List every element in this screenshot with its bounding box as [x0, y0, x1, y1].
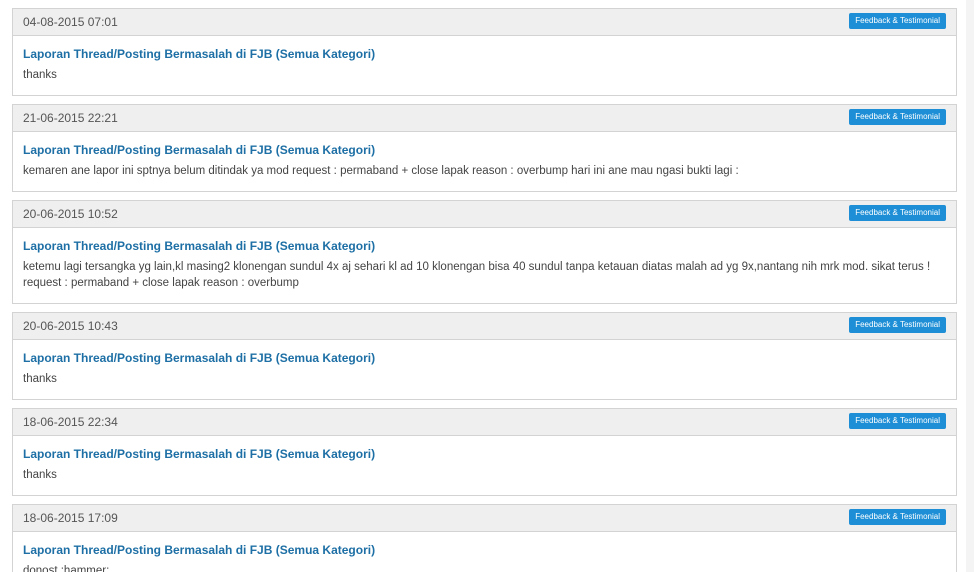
forum-tag-badge[interactable]: Feedback & Testimonial — [849, 205, 946, 221]
post-card: 21-06-2015 22:21 Feedback & Testimonial … — [12, 104, 957, 192]
forum-tag-badge[interactable]: Feedback & Testimonial — [849, 109, 946, 125]
post-card: 20-06-2015 10:52 Feedback & Testimonial … — [12, 200, 957, 304]
post-date: 18-06-2015 22:34 — [23, 415, 118, 429]
post-date: 21-06-2015 22:21 — [23, 111, 118, 125]
post-header: 20-06-2015 10:52 Feedback & Testimonial — [13, 201, 956, 228]
thread-title-link[interactable]: Laporan Thread/Posting Bermasalah di FJB… — [23, 46, 946, 62]
post-body: Laporan Thread/Posting Bermasalah di FJB… — [13, 36, 956, 95]
thread-title-link[interactable]: Laporan Thread/Posting Bermasalah di FJB… — [23, 238, 946, 254]
post-excerpt: kemaren ane lapor ini sptnya belum ditin… — [23, 165, 739, 177]
thread-title-link[interactable]: Laporan Thread/Posting Bermasalah di FJB… — [23, 350, 946, 366]
vertical-scrollbar[interactable] — [966, 0, 974, 572]
post-excerpt: donost :hammer: — [23, 565, 110, 572]
post-body: Laporan Thread/Posting Bermasalah di FJB… — [13, 532, 956, 572]
post-excerpt: thanks — [23, 373, 57, 385]
post-card: 18-06-2015 22:34 Feedback & Testimonial … — [12, 408, 957, 496]
post-list: 04-08-2015 07:01 Feedback & Testimonial … — [0, 0, 974, 572]
post-header: 20-06-2015 10:43 Feedback & Testimonial — [13, 313, 956, 340]
post-body: Laporan Thread/Posting Bermasalah di FJB… — [13, 228, 956, 303]
post-date: 18-06-2015 17:09 — [23, 511, 118, 525]
post-header: 18-06-2015 22:34 Feedback & Testimonial — [13, 409, 956, 436]
post-excerpt: thanks — [23, 469, 57, 481]
post-header: 18-06-2015 17:09 Feedback & Testimonial — [13, 505, 956, 532]
post-body: Laporan Thread/Posting Bermasalah di FJB… — [13, 132, 956, 191]
post-card: 18-06-2015 17:09 Feedback & Testimonial … — [12, 504, 957, 572]
forum-tag-badge[interactable]: Feedback & Testimonial — [849, 13, 946, 29]
thread-title-link[interactable]: Laporan Thread/Posting Bermasalah di FJB… — [23, 542, 946, 558]
forum-tag-badge[interactable]: Feedback & Testimonial — [849, 413, 946, 429]
thread-title-link[interactable]: Laporan Thread/Posting Bermasalah di FJB… — [23, 446, 946, 462]
post-header: 21-06-2015 22:21 Feedback & Testimonial — [13, 105, 956, 132]
post-header: 04-08-2015 07:01 Feedback & Testimonial — [13, 9, 956, 36]
post-card: 20-06-2015 10:43 Feedback & Testimonial … — [12, 312, 957, 400]
forum-tag-badge[interactable]: Feedback & Testimonial — [849, 317, 946, 333]
post-date: 04-08-2015 07:01 — [23, 15, 118, 29]
thread-title-link[interactable]: Laporan Thread/Posting Bermasalah di FJB… — [23, 142, 946, 158]
post-date: 20-06-2015 10:43 — [23, 319, 118, 333]
post-card: 04-08-2015 07:01 Feedback & Testimonial … — [12, 8, 957, 96]
post-excerpt: ketemu lagi tersangka yg lain,kl masing2… — [23, 261, 931, 289]
forum-tag-badge[interactable]: Feedback & Testimonial — [849, 509, 946, 525]
post-body: Laporan Thread/Posting Bermasalah di FJB… — [13, 340, 956, 399]
post-excerpt: thanks — [23, 69, 57, 81]
post-date: 20-06-2015 10:52 — [23, 207, 118, 221]
post-body: Laporan Thread/Posting Bermasalah di FJB… — [13, 436, 956, 495]
